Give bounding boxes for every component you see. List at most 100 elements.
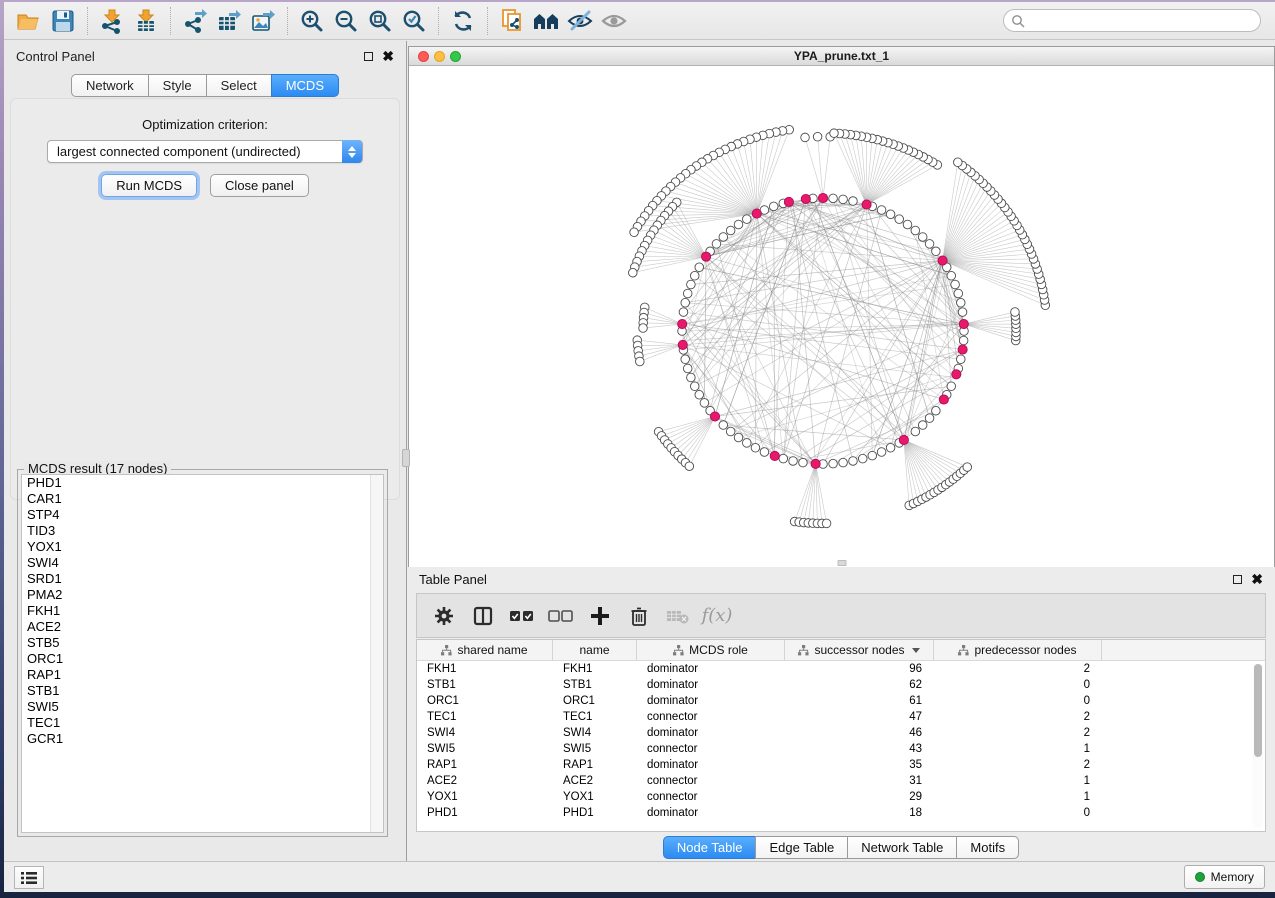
network-node[interactable] xyxy=(954,289,963,298)
network-node[interactable] xyxy=(963,463,972,472)
show-all-button[interactable] xyxy=(597,5,631,37)
zoom-out-button[interactable] xyxy=(329,5,363,37)
column-header-shared-name[interactable]: shared name xyxy=(417,640,553,660)
network-node[interactable] xyxy=(903,220,912,229)
mcds-list-scrollbar[interactable] xyxy=(370,475,383,832)
hide-selected-button[interactable] xyxy=(563,5,597,37)
delete-table-button[interactable] xyxy=(663,599,693,633)
column-header-name[interactable]: name xyxy=(553,640,637,660)
table-row[interactable]: TEC1TEC1connector472 xyxy=(417,709,1265,725)
mcds-hub-node[interactable] xyxy=(818,193,827,202)
mcds-hub-node[interactable] xyxy=(959,319,968,328)
network-node[interactable] xyxy=(719,421,728,430)
vertical-splitter-handle[interactable] xyxy=(402,449,410,467)
network-node[interactable] xyxy=(769,202,778,211)
mcds-result-item[interactable]: STB1 xyxy=(22,683,383,699)
open-button[interactable] xyxy=(12,5,46,37)
network-node[interactable] xyxy=(932,247,941,256)
network-node[interactable] xyxy=(918,421,927,430)
export-image-button[interactable] xyxy=(246,5,280,37)
network-canvas[interactable] xyxy=(409,67,1274,567)
save-button[interactable] xyxy=(46,5,80,37)
control-tab-network[interactable]: Network xyxy=(71,74,149,97)
network-node[interactable] xyxy=(911,226,920,235)
deselect-all-button[interactable] xyxy=(546,599,576,633)
table-row[interactable]: YOX1YOX1connector291 xyxy=(417,789,1265,805)
network-node[interactable] xyxy=(932,406,941,415)
mcds-hub-node[interactable] xyxy=(938,256,947,265)
memory-button[interactable]: Memory xyxy=(1184,865,1265,889)
network-node[interactable] xyxy=(760,448,769,457)
mcds-result-item[interactable]: SWI4 xyxy=(22,555,383,571)
network-node[interactable] xyxy=(700,399,709,408)
table-tab-node-table[interactable]: Node Table xyxy=(663,836,757,859)
network-node[interactable] xyxy=(954,158,963,167)
network-node[interactable] xyxy=(726,427,735,436)
network-node[interactable] xyxy=(695,263,704,272)
network-node[interactable] xyxy=(789,457,798,466)
mcds-result-item[interactable]: RAP1 xyxy=(22,667,383,683)
network-node[interactable] xyxy=(839,458,848,467)
import-table-button[interactable] xyxy=(129,5,163,37)
network-node[interactable] xyxy=(681,355,690,364)
mcds-hub-node[interactable] xyxy=(899,435,908,444)
mcds-hub-node[interactable] xyxy=(710,412,719,421)
mcds-hub-node[interactable] xyxy=(811,459,820,468)
network-node[interactable] xyxy=(801,133,810,142)
network-node[interactable] xyxy=(687,373,696,382)
horizontal-splitter-handle[interactable] xyxy=(837,560,846,566)
network-node[interactable] xyxy=(877,448,886,457)
table-scrollbar-thumb[interactable] xyxy=(1254,664,1262,757)
table-tab-network-table[interactable]: Network Table xyxy=(847,836,957,859)
network-node[interactable] xyxy=(734,433,743,442)
network-node[interactable] xyxy=(868,451,877,460)
network-node[interactable] xyxy=(681,298,690,307)
network-node[interactable] xyxy=(1011,308,1020,317)
network-node[interactable] xyxy=(685,462,694,471)
network-node[interactable] xyxy=(830,129,839,138)
network-node[interactable] xyxy=(742,215,751,224)
create-column-button[interactable] xyxy=(585,599,615,633)
network-node[interactable] xyxy=(858,454,867,463)
mcds-hub-node[interactable] xyxy=(752,209,761,218)
mcds-result-item[interactable]: ACE2 xyxy=(22,619,383,635)
mcds-result-item[interactable]: YOX1 xyxy=(22,539,383,555)
export-network-button[interactable] xyxy=(178,5,212,37)
mcds-result-item[interactable]: SWI5 xyxy=(22,699,383,715)
network-node[interactable] xyxy=(799,458,808,467)
mcds-result-item[interactable]: FKH1 xyxy=(22,603,383,619)
network-node[interactable] xyxy=(628,268,637,277)
network-node[interactable] xyxy=(829,194,838,203)
network-node[interactable] xyxy=(695,390,704,399)
network-node[interactable] xyxy=(925,240,934,249)
show-column-panel-button[interactable] xyxy=(468,599,498,633)
clone-network-button[interactable] xyxy=(495,5,529,37)
network-node[interactable] xyxy=(734,220,743,229)
close-panel-icon[interactable]: ✖ xyxy=(382,51,394,61)
network-node[interactable] xyxy=(956,355,965,364)
table-row[interactable]: STB1STB1dominator620 xyxy=(417,677,1265,693)
export-table-button[interactable] xyxy=(212,5,246,37)
control-tab-style[interactable]: Style xyxy=(148,74,207,97)
network-node[interactable] xyxy=(886,210,895,219)
network-node[interactable] xyxy=(690,382,699,391)
float-panel-icon[interactable] xyxy=(364,52,373,61)
network-node[interactable] xyxy=(849,457,858,466)
network-node[interactable] xyxy=(956,298,965,307)
criterion-dropdown[interactable]: largest connected component (undirected) xyxy=(47,140,363,163)
mcds-result-item[interactable]: STP4 xyxy=(22,507,383,523)
control-tab-select[interactable]: Select xyxy=(206,74,272,97)
mcds-hub-node[interactable] xyxy=(958,345,967,354)
network-node[interactable] xyxy=(959,336,968,345)
table-row[interactable]: ACE2ACE2connector311 xyxy=(417,773,1265,789)
table-row[interactable]: PHD1PHD1dominator180 xyxy=(417,805,1265,821)
mcds-hub-node[interactable] xyxy=(862,200,871,209)
network-node[interactable] xyxy=(630,228,639,237)
network-node[interactable] xyxy=(918,233,927,242)
network-node[interactable] xyxy=(895,215,904,224)
table-row[interactable]: SWI4SWI4dominator462 xyxy=(417,725,1265,741)
network-node[interactable] xyxy=(951,280,960,289)
table-tab-edge-table[interactable]: Edge Table xyxy=(755,836,848,859)
network-node[interactable] xyxy=(683,289,692,298)
mcds-hub-node[interactable] xyxy=(678,340,687,349)
